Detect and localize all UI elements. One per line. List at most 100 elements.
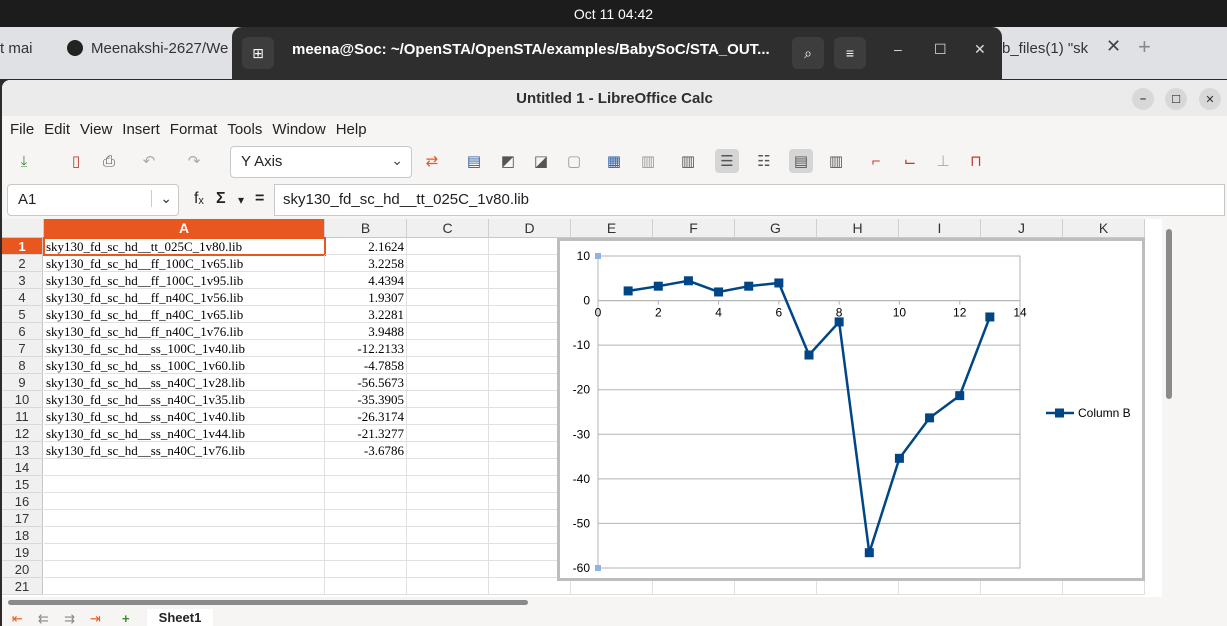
cell-empty[interactable]: [407, 238, 489, 255]
close-icon[interactable]: ✕: [1199, 88, 1221, 110]
cell-a[interactable]: sky130_fd_sc_hd__ss_n40C_1v28.lib: [44, 374, 325, 391]
cell-empty[interactable]: [325, 493, 407, 510]
column-header-k[interactable]: K: [1063, 219, 1145, 238]
row-header[interactable]: 4: [2, 289, 43, 306]
first-sheet-icon[interactable]: ⇤: [12, 611, 23, 626]
close-tab-icon[interactable]: ✕: [1106, 36, 1121, 57]
cell-empty[interactable]: [44, 459, 325, 476]
row-header[interactable]: 8: [2, 357, 43, 374]
cell-b[interactable]: -56.5673: [325, 374, 407, 391]
line-chart[interactable]: 10 0 -10 -20 -30 -40 -50 -60 0 2 4 6 8 10 12 14 Column B: [557, 238, 1145, 581]
row-header[interactable]: 5: [2, 306, 43, 323]
column-header-h[interactable]: H: [817, 219, 899, 238]
cell-a[interactable]: sky130_fd_sc_hd__ss_100C_1v40.lib: [44, 340, 325, 357]
menu-file[interactable]: File: [2, 118, 34, 142]
chevron-down-icon[interactable]: ⌄: [151, 190, 172, 207]
row-header[interactable]: 10: [2, 391, 43, 408]
add-sheet-icon[interactable]: +: [122, 611, 130, 626]
data-table-icon[interactable]: ▦: [602, 149, 626, 173]
minimize-icon[interactable]: –: [894, 41, 902, 57]
menu-help[interactable]: Help: [328, 118, 367, 142]
column-header-g[interactable]: G: [735, 219, 817, 238]
horizontal-grids-icon[interactable]: ▤: [789, 149, 813, 173]
cell-empty[interactable]: [407, 391, 489, 408]
cell-empty[interactable]: [325, 476, 407, 493]
row-header[interactable]: 2: [2, 255, 43, 272]
insert-axes-icon[interactable]: ⊓: [964, 149, 988, 173]
format-selection-icon[interactable]: ⇄: [420, 149, 444, 173]
cell-a[interactable]: sky130_fd_sc_hd__ss_100C_1v60.lib: [44, 357, 325, 374]
cell-empty[interactable]: [44, 527, 325, 544]
row-header[interactable]: 17: [2, 510, 43, 527]
terminal-menu-button[interactable]: ≡: [834, 37, 866, 69]
cell-empty[interactable]: [44, 544, 325, 561]
cell-b[interactable]: 4.4394: [325, 272, 407, 289]
column-header-a[interactable]: A: [44, 219, 325, 238]
new-tab-button[interactable]: ⊞: [242, 37, 274, 69]
next-sheet-icon[interactable]: ⇉: [64, 611, 75, 626]
vertical-scrollbar[interactable]: [1162, 219, 1174, 597]
cell-b[interactable]: -21.3277: [325, 425, 407, 442]
cell-a[interactable]: sky130_fd_sc_hd__ss_n40C_1v35.lib: [44, 391, 325, 408]
row-header[interactable]: 16: [2, 493, 43, 510]
cell-empty[interactable]: [407, 425, 489, 442]
select-all-corner[interactable]: [2, 219, 44, 238]
chart-type-bar-icon[interactable]: ▥: [676, 149, 700, 173]
new-tab-icon[interactable]: +: [1138, 34, 1151, 60]
cell-b[interactable]: -12.2133: [325, 340, 407, 357]
cell-empty[interactable]: [407, 374, 489, 391]
legend-on-off-icon[interactable]: ☰: [715, 149, 739, 173]
cell-empty[interactable]: [407, 442, 489, 459]
cell-empty[interactable]: [407, 544, 489, 561]
row-header[interactable]: 20: [2, 561, 43, 578]
cell-empty[interactable]: [407, 527, 489, 544]
row-header[interactable]: 18: [2, 527, 43, 544]
last-sheet-icon[interactable]: ⇥: [90, 611, 101, 626]
cell-empty[interactable]: [325, 510, 407, 527]
load-url-icon[interactable]: ⤓: [12, 149, 36, 173]
cell-b[interactable]: -35.3905: [325, 391, 407, 408]
vertical-grids-icon[interactable]: ▥: [824, 149, 848, 173]
row-header[interactable]: 7: [2, 340, 43, 357]
cell-empty[interactable]: [44, 578, 325, 595]
column-header-d[interactable]: D: [489, 219, 571, 238]
cell-empty[interactable]: [44, 561, 325, 578]
cell-a[interactable]: sky130_fd_sc_hd__ff_100C_1v65.lib: [44, 255, 325, 272]
scroll-thumb[interactable]: [1166, 229, 1172, 399]
cell-empty[interactable]: [407, 476, 489, 493]
row-header[interactable]: 15: [2, 476, 43, 493]
cell-b[interactable]: 3.2281: [325, 306, 407, 323]
cell-empty[interactable]: [44, 493, 325, 510]
cell-a[interactable]: sky130_fd_sc_hd__tt_025C_1v80.lib: [43, 237, 326, 256]
column-header-j[interactable]: J: [981, 219, 1063, 238]
maximize-icon[interactable]: ☐: [1165, 88, 1187, 110]
cell-empty[interactable]: [407, 493, 489, 510]
export-pdf-icon[interactable]: ▯: [64, 149, 88, 173]
cell-empty[interactable]: [407, 323, 489, 340]
sheet-tab[interactable]: Sheet1: [147, 609, 213, 626]
browser-tab-files[interactable]: b_files(1) "sk: [1002, 33, 1102, 63]
cell-b[interactable]: -3.6786: [325, 442, 407, 459]
insert-titles-icon[interactable]: ⊥: [931, 149, 955, 173]
formula-input[interactable]: sky130_fd_sc_hd__tt_025C_1v80.lib: [274, 184, 1225, 216]
undo-icon[interactable]: ↶: [137, 149, 161, 173]
row-header[interactable]: 11: [2, 408, 43, 425]
column-header-e[interactable]: E: [571, 219, 653, 238]
cell-b[interactable]: 3.9488: [325, 323, 407, 340]
cell-a[interactable]: sky130_fd_sc_hd__ff_n40C_1v76.lib: [44, 323, 325, 340]
column-header-c[interactable]: C: [407, 219, 489, 238]
menu-view[interactable]: View: [72, 118, 112, 142]
cell-empty[interactable]: [325, 561, 407, 578]
row-header[interactable]: 1: [2, 238, 43, 255]
cell-a[interactable]: sky130_fd_sc_hd__ss_n40C_1v40.lib: [44, 408, 325, 425]
minimize-icon[interactable]: –: [1132, 88, 1154, 110]
cell-a[interactable]: sky130_fd_sc_hd__ss_n40C_1v44.lib: [44, 425, 325, 442]
cell-empty[interactable]: [407, 306, 489, 323]
maximize-icon[interactable]: ☐: [934, 41, 947, 58]
chart-type-icon[interactable]: ▤: [462, 149, 486, 173]
cell-empty[interactable]: [407, 340, 489, 357]
cell-b[interactable]: 1.9307: [325, 289, 407, 306]
cell-empty[interactable]: [325, 578, 407, 595]
spreadsheet-grid[interactable]: A B C D E F G H I J K 1 sky130_fd_sc_hd__tt_025C_1v8…: [2, 219, 1162, 597]
row-header[interactable]: 13: [2, 442, 43, 459]
